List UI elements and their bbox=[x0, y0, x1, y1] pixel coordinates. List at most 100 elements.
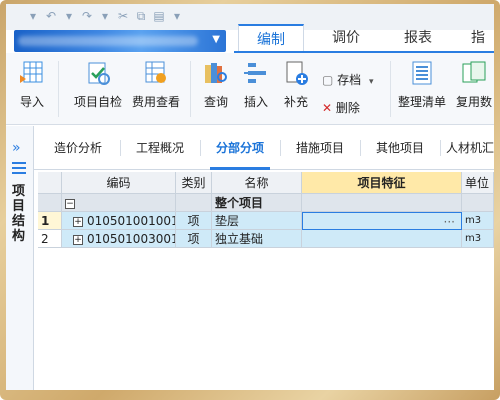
more-icon[interactable]: ▾ bbox=[168, 8, 186, 24]
delete-button[interactable]: ✕ 删除 bbox=[322, 99, 360, 116]
redo-icon[interactable]: ↷ bbox=[78, 8, 96, 24]
organize-list-label: 整理清单 bbox=[397, 95, 446, 109]
supplement-icon bbox=[286, 61, 308, 85]
fee-view-button[interactable]: 费用查看 bbox=[128, 59, 184, 110]
reuse-label: 复用数 bbox=[455, 95, 492, 109]
tab-measure-items[interactable]: 措施项目 bbox=[284, 126, 356, 170]
group-name[interactable]: 整个项目 bbox=[212, 194, 302, 212]
divider bbox=[190, 61, 191, 117]
table-header: 编码 类别 名称 项目特征 单位 bbox=[38, 172, 494, 194]
reuse-button[interactable]: 复用数 bbox=[452, 59, 494, 110]
project-title-dropdown[interactable]: ▼ bbox=[14, 30, 226, 52]
supplement-label: 补充 bbox=[283, 95, 308, 109]
row-index: 1 bbox=[38, 212, 62, 230]
redo-dropdown-icon[interactable]: ▾ bbox=[96, 8, 114, 24]
tab-tiaojia[interactable]: 调价 bbox=[316, 24, 376, 52]
fee-view-icon bbox=[145, 61, 166, 83]
fee-view-label: 费用查看 bbox=[131, 95, 180, 109]
import-label: 导入 bbox=[19, 95, 44, 109]
import-button[interactable]: 导入 bbox=[12, 59, 52, 110]
tab-bianzhi[interactable]: 编制 bbox=[238, 24, 304, 52]
unit-cell[interactable]: m3 bbox=[462, 212, 494, 230]
menu-icon[interactable] bbox=[12, 162, 26, 177]
feature-cell bbox=[302, 194, 462, 212]
tab-labor-material-machine[interactable]: 人材机汇 bbox=[442, 126, 494, 170]
header-feature[interactable]: 项目特征 bbox=[302, 172, 462, 194]
query-label: 查询 bbox=[203, 95, 228, 109]
organize-list-button[interactable]: 整理清单 bbox=[394, 59, 450, 110]
delete-icon: ✕ bbox=[322, 101, 333, 115]
type-cell[interactable]: 项 bbox=[176, 212, 212, 230]
project-structure-panel: » 项目结构 bbox=[6, 126, 34, 390]
tab-cost-analysis[interactable]: 造价分析 bbox=[42, 126, 114, 170]
reuse-icon bbox=[462, 61, 486, 83]
archive-label: 存档 bbox=[337, 73, 362, 87]
self-check-icon bbox=[88, 62, 110, 85]
code-cell[interactable]: +010501001001 bbox=[62, 212, 176, 230]
divider bbox=[360, 140, 361, 156]
tab-project-overview[interactable]: 工程概况 bbox=[124, 126, 196, 170]
tab-baobiao[interactable]: 报表 bbox=[388, 24, 448, 52]
organize-list-icon bbox=[412, 61, 432, 85]
name-cell[interactable]: 独立基础 bbox=[212, 230, 302, 248]
supplement-button[interactable]: 补充 bbox=[278, 59, 314, 110]
cut-icon[interactable]: ✂ bbox=[114, 8, 132, 24]
copy-icon[interactable]: ⧉ bbox=[132, 8, 150, 24]
header-index bbox=[38, 172, 62, 194]
query-button[interactable]: 查询 bbox=[198, 59, 234, 110]
expand-icon[interactable]: + bbox=[73, 234, 83, 245]
code-value: 010501001001 bbox=[87, 214, 176, 228]
table-row[interactable]: 1 +010501001001 项 垫层 ··· m3 bbox=[38, 212, 494, 230]
insert-label: 插入 bbox=[243, 95, 268, 109]
table-empty-area[interactable] bbox=[38, 258, 494, 390]
delete-label: 删除 bbox=[335, 101, 360, 115]
tab-zhi[interactable]: 指 bbox=[462, 24, 494, 52]
divider bbox=[58, 61, 59, 117]
divider bbox=[120, 140, 121, 156]
row-index bbox=[38, 194, 62, 212]
app-window: ▾ ↶ ▾ ↷ ▾ ✂ ⧉ ▤ ▾ ▼ 编制 调价 报表 指 导入 项目自检 费… bbox=[6, 4, 494, 390]
header-name[interactable]: 名称 bbox=[212, 172, 302, 194]
header-type[interactable]: 类别 bbox=[176, 172, 212, 194]
sub-tab-bar: 造价分析 工程概况 分部分项 措施项目 其他项目 人材机汇 bbox=[34, 126, 494, 170]
more-options-icon[interactable]: ··· bbox=[444, 213, 455, 229]
divider bbox=[440, 140, 441, 156]
self-check-button[interactable]: 项目自检 bbox=[70, 59, 126, 110]
app-menu-icon[interactable]: ▾ bbox=[24, 8, 42, 24]
type-cell[interactable]: 项 bbox=[176, 230, 212, 248]
header-code[interactable]: 编码 bbox=[62, 172, 176, 194]
self-check-label: 项目自检 bbox=[73, 95, 122, 109]
header-unit[interactable]: 单位 bbox=[462, 172, 494, 194]
divider bbox=[390, 61, 391, 117]
project-structure-label[interactable]: 项目结构 bbox=[12, 184, 28, 244]
code-cell[interactable]: +010501003001 bbox=[62, 230, 176, 248]
row-index: 2 bbox=[38, 230, 62, 248]
archive-icon: ▢ bbox=[322, 73, 334, 87]
tab-other-items[interactable]: 其他项目 bbox=[364, 126, 436, 170]
archive-button[interactable]: ▢ 存档 ▾ bbox=[322, 71, 374, 88]
collapse-cell[interactable]: − bbox=[62, 194, 176, 212]
table-row[interactable]: 2 +010501003001 项 独立基础 m3 bbox=[38, 230, 494, 248]
archive-dropdown-icon: ▾ bbox=[369, 77, 374, 87]
collapse-icon[interactable]: − bbox=[65, 198, 75, 209]
undo-icon[interactable]: ↶ bbox=[42, 8, 60, 24]
name-cell[interactable]: 垫层 bbox=[212, 212, 302, 230]
insert-button[interactable]: 插入 bbox=[238, 59, 274, 110]
code-value: 010501003001 bbox=[87, 232, 176, 246]
paste-icon[interactable]: ▤ bbox=[150, 8, 168, 24]
chevron-down-icon: ▼ bbox=[212, 34, 220, 45]
type-cell bbox=[176, 194, 212, 212]
query-icon bbox=[205, 63, 227, 83]
unit-cell bbox=[462, 194, 494, 212]
expand-panel-icon[interactable]: » bbox=[12, 140, 21, 156]
expand-icon[interactable]: + bbox=[73, 216, 83, 227]
divider bbox=[200, 140, 201, 156]
tab-division-items[interactable]: 分部分项 bbox=[204, 126, 276, 170]
ribbon-toolbar: 导入 项目自检 费用查看 查询 插入 补充 ▢ 存档 ▾ ✕ 删除 整理清单 复… bbox=[6, 53, 494, 125]
undo-dropdown-icon[interactable]: ▾ bbox=[60, 8, 78, 24]
feature-cell[interactable] bbox=[302, 230, 462, 248]
unit-cell[interactable]: m3 bbox=[462, 230, 494, 248]
group-row[interactable]: − 整个项目 bbox=[38, 194, 494, 212]
feature-cell[interactable]: ··· bbox=[302, 212, 462, 230]
divider bbox=[280, 140, 281, 156]
